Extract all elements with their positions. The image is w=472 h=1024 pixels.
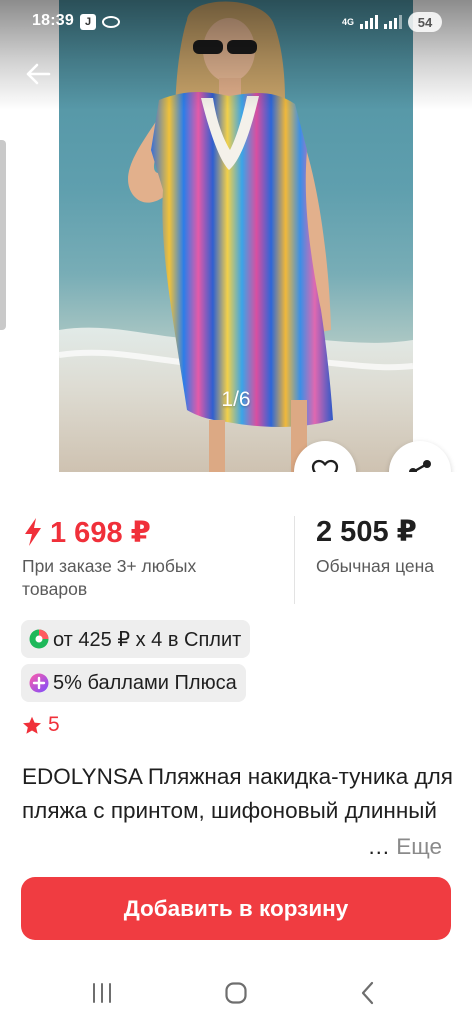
gallery-counter: 1/6 — [221, 388, 251, 411]
home-button[interactable] — [216, 978, 256, 1008]
arrow-left-icon — [26, 63, 51, 85]
app-notification-icon: J — [80, 14, 96, 30]
plus-icon — [29, 673, 49, 693]
status-time: 18:39 — [32, 12, 74, 29]
system-nav-bar — [0, 960, 472, 1024]
more-link[interactable]: Еще — [396, 834, 442, 859]
title-ellipsis: … — [367, 834, 390, 859]
back-button[interactable] — [18, 56, 58, 92]
split-payment-text: от 425 ₽ x 4 в Сплит — [53, 628, 242, 651]
bulk-price-row: 1 698 ₽ — [22, 510, 282, 554]
bulk-price-value: 1 698 ₽ — [50, 516, 151, 549]
rating-value: 5 — [48, 713, 60, 736]
regular-price-value: 2 505 ₽ — [316, 516, 417, 548]
share-icon — [409, 460, 431, 472]
rating[interactable]: 5 — [22, 713, 60, 737]
split-payment-chip[interactable]: от 425 ₽ x 4 в Сплит — [21, 620, 251, 658]
chevron-left-icon — [361, 981, 374, 1005]
product-title-text: EDOLYNSA Пляжная накидка-туника для пляж… — [22, 764, 453, 823]
recent-apps-button[interactable] — [82, 978, 122, 1008]
heart-icon — [311, 459, 339, 472]
lightning-icon — [25, 518, 41, 546]
status-indicators: 4G 54 — [342, 12, 442, 32]
product-gallery[interactable]: 18:39 J 4G 54 1/6 — [0, 0, 472, 472]
ring-notification-icon — [102, 16, 120, 28]
signal-icon — [360, 15, 378, 29]
bulk-price[interactable]: 1 698 ₽ При заказе 3+ любых товаров — [22, 510, 282, 601]
edge-scroll-handle[interactable] — [0, 140, 6, 330]
regular-price: 2 505 ₽ Обычная цена — [316, 510, 466, 578]
regular-price-label: Обычная цена — [316, 556, 435, 576]
add-to-cart-button[interactable]: Добавить в корзину — [21, 877, 451, 940]
star-icon — [23, 716, 41, 734]
price-divider — [294, 516, 295, 604]
notification-icons: J — [80, 14, 120, 30]
bulk-price-condition: При заказе 3+ любых товаров — [22, 556, 197, 599]
price-section: 1 698 ₽ При заказе 3+ любых товаров 2 50… — [0, 510, 472, 610]
recent-apps-icon — [93, 983, 111, 1003]
battery-level: 54 — [417, 14, 433, 30]
battery-icon: 54 — [408, 12, 442, 32]
product-title: EDOLYNSA Пляжная накидка-туника для пляж… — [22, 760, 454, 864]
signal-2-icon — [384, 15, 402, 29]
title-more-wrapper: … Еще — [365, 830, 442, 864]
network-type: 4G — [341, 16, 354, 27]
status-bar: 18:39 J 4G 54 — [0, 0, 472, 44]
plus-points-text: 5% баллами Плюса — [53, 671, 237, 694]
home-icon — [225, 982, 247, 1004]
plus-points-chip[interactable]: 5% баллами Плюса — [21, 664, 246, 702]
back-nav-button[interactable] — [348, 978, 388, 1008]
split-icon — [29, 629, 49, 649]
